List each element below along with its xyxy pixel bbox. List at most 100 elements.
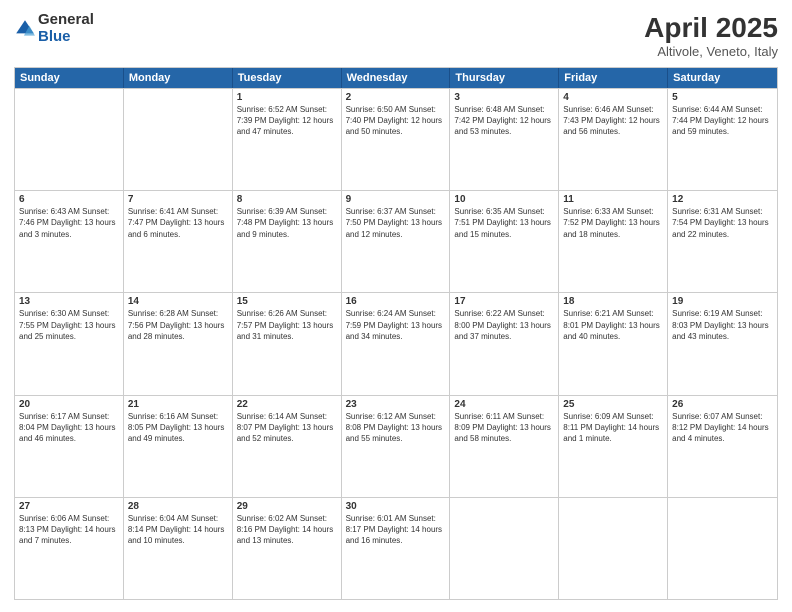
day-info: Sunrise: 6:28 AM Sunset: 7:56 PM Dayligh… [128, 308, 228, 342]
day-number: 23 [346, 399, 446, 410]
day-number: 7 [128, 194, 228, 205]
table-row: 25Sunrise: 6:09 AM Sunset: 8:11 PM Dayli… [559, 396, 668, 497]
location-subtitle: Altivole, Veneto, Italy [644, 44, 778, 59]
table-row: 8Sunrise: 6:39 AM Sunset: 7:48 PM Daylig… [233, 191, 342, 292]
day-number: 17 [454, 296, 554, 307]
day-info: Sunrise: 6:07 AM Sunset: 8:12 PM Dayligh… [672, 411, 773, 445]
calendar-week-2: 6Sunrise: 6:43 AM Sunset: 7:46 PM Daylig… [15, 190, 777, 292]
table-row: 22Sunrise: 6:14 AM Sunset: 8:07 PM Dayli… [233, 396, 342, 497]
logo-blue-text: Blue [38, 29, 94, 46]
day-info: Sunrise: 6:02 AM Sunset: 8:16 PM Dayligh… [237, 513, 337, 547]
header-day-tuesday: Tuesday [233, 68, 342, 88]
table-row: 2Sunrise: 6:50 AM Sunset: 7:40 PM Daylig… [342, 89, 451, 190]
day-info: Sunrise: 6:16 AM Sunset: 8:05 PM Dayligh… [128, 411, 228, 445]
day-number: 14 [128, 296, 228, 307]
table-row [15, 89, 124, 190]
day-number: 16 [346, 296, 446, 307]
table-row: 27Sunrise: 6:06 AM Sunset: 8:13 PM Dayli… [15, 498, 124, 599]
day-number: 28 [128, 501, 228, 512]
title-area: April 2025 Altivole, Veneto, Italy [644, 12, 778, 59]
table-row: 3Sunrise: 6:48 AM Sunset: 7:42 PM Daylig… [450, 89, 559, 190]
table-row: 12Sunrise: 6:31 AM Sunset: 7:54 PM Dayli… [668, 191, 777, 292]
day-info: Sunrise: 6:46 AM Sunset: 7:43 PM Dayligh… [563, 104, 663, 138]
day-number: 5 [672, 92, 773, 103]
day-number: 24 [454, 399, 554, 410]
day-info: Sunrise: 6:50 AM Sunset: 7:40 PM Dayligh… [346, 104, 446, 138]
day-info: Sunrise: 6:24 AM Sunset: 7:59 PM Dayligh… [346, 308, 446, 342]
table-row: 9Sunrise: 6:37 AM Sunset: 7:50 PM Daylig… [342, 191, 451, 292]
calendar-week-5: 27Sunrise: 6:06 AM Sunset: 8:13 PM Dayli… [15, 497, 777, 599]
day-number: 21 [128, 399, 228, 410]
calendar-week-4: 20Sunrise: 6:17 AM Sunset: 8:04 PM Dayli… [15, 395, 777, 497]
table-row: 14Sunrise: 6:28 AM Sunset: 7:56 PM Dayli… [124, 293, 233, 394]
table-row: 26Sunrise: 6:07 AM Sunset: 8:12 PM Dayli… [668, 396, 777, 497]
day-number: 11 [563, 194, 663, 205]
day-info: Sunrise: 6:33 AM Sunset: 7:52 PM Dayligh… [563, 206, 663, 240]
day-info: Sunrise: 6:52 AM Sunset: 7:39 PM Dayligh… [237, 104, 337, 138]
table-row: 17Sunrise: 6:22 AM Sunset: 8:00 PM Dayli… [450, 293, 559, 394]
day-number: 12 [672, 194, 773, 205]
table-row: 24Sunrise: 6:11 AM Sunset: 8:09 PM Dayli… [450, 396, 559, 497]
day-number: 30 [346, 501, 446, 512]
day-number: 10 [454, 194, 554, 205]
day-info: Sunrise: 6:44 AM Sunset: 7:44 PM Dayligh… [672, 104, 773, 138]
table-row: 20Sunrise: 6:17 AM Sunset: 8:04 PM Dayli… [15, 396, 124, 497]
header: General Blue April 2025 Altivole, Veneto… [14, 12, 778, 59]
day-number: 9 [346, 194, 446, 205]
table-row: 28Sunrise: 6:04 AM Sunset: 8:14 PM Dayli… [124, 498, 233, 599]
table-row: 10Sunrise: 6:35 AM Sunset: 7:51 PM Dayli… [450, 191, 559, 292]
day-number: 18 [563, 296, 663, 307]
logo: General Blue [14, 12, 94, 45]
day-info: Sunrise: 6:22 AM Sunset: 8:00 PM Dayligh… [454, 308, 554, 342]
day-number: 26 [672, 399, 773, 410]
day-info: Sunrise: 6:17 AM Sunset: 8:04 PM Dayligh… [19, 411, 119, 445]
calendar-header-row: SundayMondayTuesdayWednesdayThursdayFrid… [15, 68, 777, 88]
day-info: Sunrise: 6:26 AM Sunset: 7:57 PM Dayligh… [237, 308, 337, 342]
day-number: 4 [563, 92, 663, 103]
day-info: Sunrise: 6:19 AM Sunset: 8:03 PM Dayligh… [672, 308, 773, 342]
day-info: Sunrise: 6:35 AM Sunset: 7:51 PM Dayligh… [454, 206, 554, 240]
day-number: 6 [19, 194, 119, 205]
day-info: Sunrise: 6:11 AM Sunset: 8:09 PM Dayligh… [454, 411, 554, 445]
table-row: 15Sunrise: 6:26 AM Sunset: 7:57 PM Dayli… [233, 293, 342, 394]
table-row: 23Sunrise: 6:12 AM Sunset: 8:08 PM Dayli… [342, 396, 451, 497]
day-number: 3 [454, 92, 554, 103]
day-number: 29 [237, 501, 337, 512]
day-info: Sunrise: 6:06 AM Sunset: 8:13 PM Dayligh… [19, 513, 119, 547]
calendar-body: 1Sunrise: 6:52 AM Sunset: 7:39 PM Daylig… [15, 88, 777, 599]
header-day-wednesday: Wednesday [342, 68, 451, 88]
day-number: 19 [672, 296, 773, 307]
header-day-thursday: Thursday [450, 68, 559, 88]
month-title: April 2025 [644, 12, 778, 44]
day-info: Sunrise: 6:01 AM Sunset: 8:17 PM Dayligh… [346, 513, 446, 547]
day-info: Sunrise: 6:30 AM Sunset: 7:55 PM Dayligh… [19, 308, 119, 342]
day-info: Sunrise: 6:37 AM Sunset: 7:50 PM Dayligh… [346, 206, 446, 240]
table-row: 1Sunrise: 6:52 AM Sunset: 7:39 PM Daylig… [233, 89, 342, 190]
day-info: Sunrise: 6:04 AM Sunset: 8:14 PM Dayligh… [128, 513, 228, 547]
table-row: 29Sunrise: 6:02 AM Sunset: 8:16 PM Dayli… [233, 498, 342, 599]
day-number: 20 [19, 399, 119, 410]
day-number: 15 [237, 296, 337, 307]
table-row: 18Sunrise: 6:21 AM Sunset: 8:01 PM Dayli… [559, 293, 668, 394]
table-row: 19Sunrise: 6:19 AM Sunset: 8:03 PM Dayli… [668, 293, 777, 394]
day-number: 27 [19, 501, 119, 512]
logo-general-text: General [38, 12, 94, 29]
calendar: SundayMondayTuesdayWednesdayThursdayFrid… [14, 67, 778, 600]
day-info: Sunrise: 6:48 AM Sunset: 7:42 PM Dayligh… [454, 104, 554, 138]
calendar-week-3: 13Sunrise: 6:30 AM Sunset: 7:55 PM Dayli… [15, 292, 777, 394]
calendar-week-1: 1Sunrise: 6:52 AM Sunset: 7:39 PM Daylig… [15, 88, 777, 190]
day-info: Sunrise: 6:39 AM Sunset: 7:48 PM Dayligh… [237, 206, 337, 240]
header-day-saturday: Saturday [668, 68, 777, 88]
day-number: 2 [346, 92, 446, 103]
logo-icon [14, 18, 36, 40]
day-number: 1 [237, 92, 337, 103]
day-info: Sunrise: 6:41 AM Sunset: 7:47 PM Dayligh… [128, 206, 228, 240]
table-row: 16Sunrise: 6:24 AM Sunset: 7:59 PM Dayli… [342, 293, 451, 394]
day-number: 22 [237, 399, 337, 410]
table-row: 21Sunrise: 6:16 AM Sunset: 8:05 PM Dayli… [124, 396, 233, 497]
table-row: 6Sunrise: 6:43 AM Sunset: 7:46 PM Daylig… [15, 191, 124, 292]
table-row [668, 498, 777, 599]
day-number: 8 [237, 194, 337, 205]
table-row: 30Sunrise: 6:01 AM Sunset: 8:17 PM Dayli… [342, 498, 451, 599]
table-row: 11Sunrise: 6:33 AM Sunset: 7:52 PM Dayli… [559, 191, 668, 292]
